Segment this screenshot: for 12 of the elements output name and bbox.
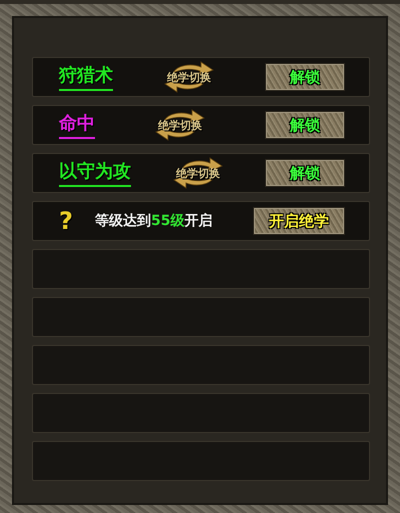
open-skill-button[interactable]: 开启绝学 [253,207,345,235]
switch-label[interactable]: 绝学切换 [158,118,202,132]
unlock-requirement: 等级达到55级开启 [95,212,212,230]
question-mark: ? [59,207,74,235]
skill-name: 狩猎术 [59,63,113,91]
unlock-button[interactable]: 解锁 [265,63,345,91]
skill-name: 以守为攻 [59,159,131,187]
unlock-button[interactable]: 解锁 [265,111,345,139]
unlock-button[interactable]: 解锁 [265,159,345,187]
switch-label[interactable]: 绝学切换 [176,166,220,180]
skill-name: 命中 [59,111,95,139]
switch-label[interactable]: 绝学切换 [167,70,211,84]
